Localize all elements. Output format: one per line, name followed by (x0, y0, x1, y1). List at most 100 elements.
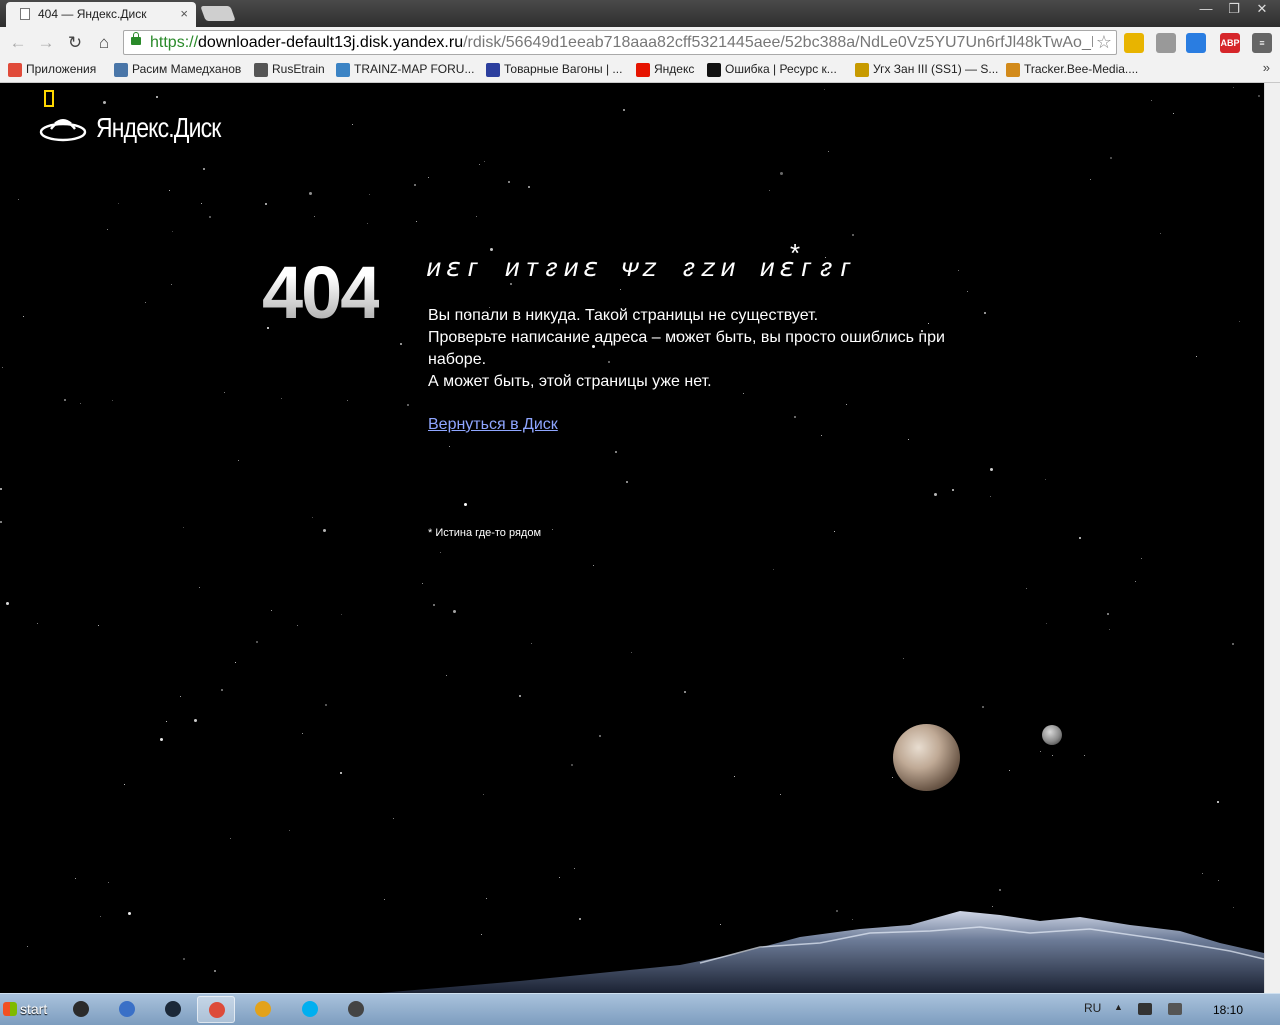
adblock-plus-icon[interactable]: ABP (1220, 33, 1240, 53)
star (559, 877, 560, 878)
star (1046, 623, 1047, 624)
star (734, 776, 735, 777)
tab-close-icon[interactable]: × (180, 6, 188, 21)
clock[interactable]: 18:10 (1213, 1003, 1243, 1017)
star (519, 695, 521, 697)
ufo-logo-icon[interactable] (38, 109, 88, 145)
star (440, 552, 441, 553)
back-to-disk-link[interactable]: Вернуться в Диск (428, 416, 558, 434)
taskbar-app-explorer[interactable] (62, 996, 100, 1023)
error-code: 404 (262, 251, 381, 334)
star (1233, 87, 1234, 88)
taskbar-app-media[interactable] (108, 996, 146, 1023)
star (341, 614, 342, 615)
start-button[interactable]: start (0, 996, 58, 1023)
new-tab-button[interactable] (200, 6, 236, 21)
browser-toolbar: ← → ↻ ⌂ https://downloader-default13j.di… (0, 27, 1280, 59)
menu-icon[interactable]: ≡ (1252, 33, 1272, 53)
star (952, 489, 954, 491)
star (620, 289, 621, 290)
home-button[interactable]: ⌂ (92, 32, 116, 54)
star (221, 689, 223, 691)
star (1160, 233, 1161, 234)
reload-button[interactable]: ↻ (63, 32, 87, 54)
star (1232, 643, 1234, 645)
taskbar-app-monitor[interactable] (337, 996, 375, 1023)
bookmarks-overflow-icon[interactable]: » (1263, 60, 1270, 75)
bookmark-item[interactable]: Расим Мамедханов (112, 62, 241, 77)
star (80, 403, 81, 404)
vk-icon (114, 63, 128, 77)
star (982, 706, 984, 708)
star (626, 481, 628, 483)
star (230, 838, 231, 839)
star (209, 216, 211, 218)
bookmark-item[interactable]: Угх Зан III (SS1) — S... (853, 62, 998, 77)
message-line: Проверьте написание адреса – может быть,… (428, 329, 945, 346)
bookmark-item[interactable]: Приложения (6, 62, 96, 77)
network-icon[interactable] (1168, 1003, 1182, 1015)
footnote: * Истина где-то рядом (428, 527, 542, 539)
star (112, 400, 113, 401)
drop-extension-icon[interactable] (1186, 33, 1206, 53)
tray-app-icon[interactable] (1138, 1003, 1152, 1015)
star (684, 691, 686, 693)
taskbar-app-chrome-icon (209, 1002, 225, 1018)
star (347, 400, 348, 401)
wagons-icon (486, 63, 500, 77)
bookmark-item[interactable]: RusEtrain (252, 62, 325, 77)
star (574, 868, 575, 869)
star (1141, 558, 1142, 559)
star (743, 393, 744, 394)
star (18, 199, 19, 200)
bookmark-item[interactable]: Яндекс (634, 62, 694, 77)
bookmark-item[interactable]: TRAINZ-MAP FORU... (334, 62, 475, 77)
star (265, 203, 267, 205)
tray-expand-icon[interactable]: ▲ (1114, 1002, 1123, 1012)
star (464, 503, 467, 506)
star (990, 496, 991, 497)
star (393, 818, 394, 819)
star (1040, 751, 1041, 752)
star (934, 493, 937, 496)
logo-text[interactable]: Яндекс.Диск (96, 112, 221, 144)
star (453, 610, 456, 613)
tab-title: 404 — Яндекс.Диск (38, 7, 147, 21)
star (108, 882, 109, 883)
taskbar-app-mail[interactable] (244, 996, 282, 1023)
user-extension-icon[interactable] (1156, 33, 1176, 53)
bookmark-label: TRAINZ-MAP FORU... (354, 62, 475, 76)
language-indicator[interactable]: RU (1084, 1001, 1101, 1015)
star (118, 203, 119, 204)
taskbar-app-chrome[interactable] (197, 996, 235, 1023)
bookmark-item[interactable]: Товарные Вагоны | ... (484, 62, 622, 77)
star (479, 164, 480, 165)
star (422, 583, 423, 584)
page-scrollbar[interactable] (1264, 83, 1280, 993)
planet-image (893, 724, 960, 791)
minimize-button[interactable]: — (1192, 0, 1220, 18)
back-button[interactable]: ← (6, 32, 30, 54)
star (615, 451, 617, 453)
star (990, 468, 993, 471)
close-window-button[interactable]: ✕ (1248, 0, 1276, 18)
yandex-icon (636, 63, 650, 77)
star (201, 203, 202, 204)
bookmark-item[interactable]: Tracker.Bee-Media.... (1004, 62, 1138, 77)
star (892, 777, 893, 778)
address-bar[interactable]: https://downloader-default13j.disk.yande… (123, 30, 1117, 55)
bookmark-label: Ошибка | Ресурс к... (725, 62, 837, 76)
bookmark-item[interactable]: Ошибка | Ресурс к... (705, 62, 837, 77)
star (281, 398, 282, 399)
forward-button[interactable]: → (34, 32, 58, 54)
star (369, 194, 370, 195)
bookmark-star-icon[interactable]: ☆ (1092, 31, 1112, 54)
taskbar-app-steam[interactable] (154, 996, 192, 1023)
star (903, 658, 904, 659)
star (834, 531, 835, 532)
taskbar-app-skype[interactable] (291, 996, 329, 1023)
pin-extension-icon[interactable] (1124, 33, 1144, 53)
star (1045, 479, 1046, 480)
restore-button[interactable]: ❐ (1220, 0, 1248, 18)
browser-tab[interactable]: 404 — Яндекс.Диск × (6, 2, 196, 27)
